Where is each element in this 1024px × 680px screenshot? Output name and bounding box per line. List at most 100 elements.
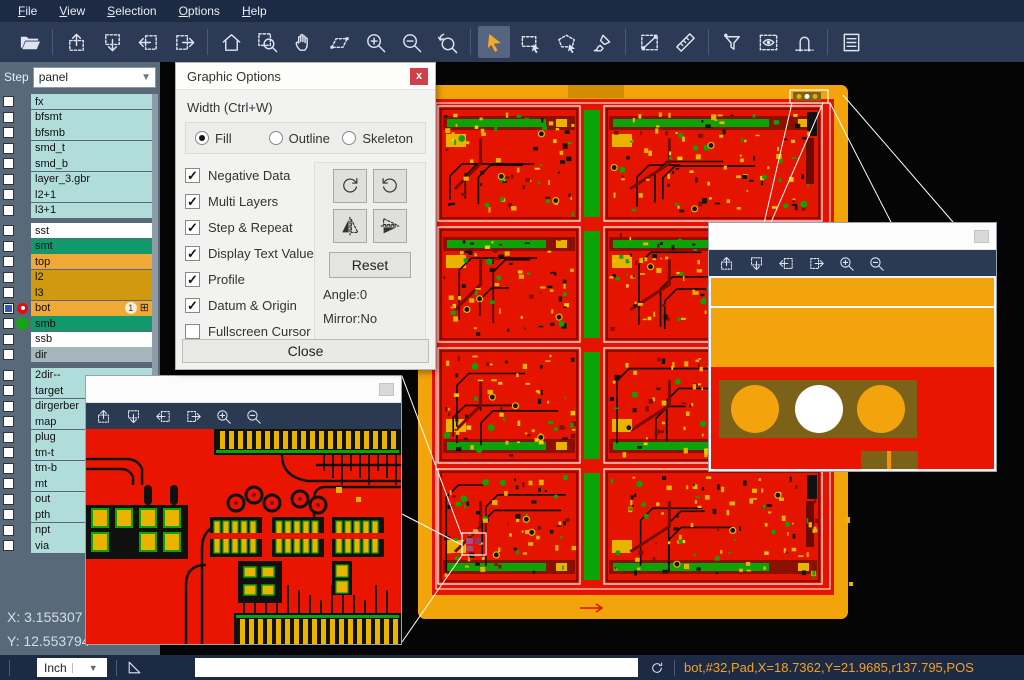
checkbox-step-repeat[interactable]: ✓Step & Repeat <box>185 214 314 240</box>
checkbox-icon[interactable] <box>185 324 200 339</box>
scrollbar-thumb[interactable] <box>152 94 158 394</box>
checkbox-icon[interactable]: ✓ <box>185 168 200 183</box>
layer-name-cell[interactable]: l3+1 <box>31 203 152 218</box>
tool-pan-down[interactable] <box>96 26 128 58</box>
layer-name-cell[interactable]: bfsmt <box>31 110 152 125</box>
layer-name-cell[interactable]: top <box>31 254 152 269</box>
tool-home[interactable] <box>215 26 247 58</box>
command-input[interactable] <box>195 658 638 677</box>
checkbox-icon[interactable]: ✓ <box>185 220 200 235</box>
zoom-window-viewport[interactable] <box>709 276 996 471</box>
zoom-out-icon[interactable] <box>245 408 262 425</box>
close-button[interactable]: Close <box>182 339 429 363</box>
pan-left-icon[interactable] <box>155 408 172 425</box>
layer-visibility-checkbox[interactable] <box>3 318 14 329</box>
checkbox-icon[interactable]: ✓ <box>185 298 200 313</box>
layer-visibility-checkbox[interactable] <box>3 478 14 489</box>
menu-item-options[interactable]: Options <box>169 2 230 20</box>
layer-visibility-checkbox[interactable] <box>3 241 14 252</box>
zoom-in-icon[interactable] <box>215 408 232 425</box>
tool-filter[interactable] <box>716 26 748 58</box>
tool-pan-up[interactable] <box>60 26 92 58</box>
window-button[interactable] <box>974 230 989 243</box>
layer-row-sst[interactable]: sst <box>0 223 152 238</box>
layer-visibility-checkbox[interactable] <box>3 370 14 381</box>
layer-visibility-checkbox[interactable] <box>3 256 14 267</box>
menu-item-view[interactable]: View <box>49 2 95 20</box>
layer-visibility-checkbox[interactable] <box>3 225 14 236</box>
checkbox-icon[interactable]: ✓ <box>185 246 200 261</box>
rotate-ccw-button[interactable] <box>373 169 407 203</box>
layer-row-smb[interactable]: smb <box>0 316 152 331</box>
flip-horizontal-button[interactable] <box>333 209 367 243</box>
layer-name-cell[interactable]: smt <box>31 239 152 254</box>
window-button[interactable] <box>379 383 394 396</box>
layer-name-cell[interactable]: fx <box>31 94 152 109</box>
rotate-cw-button[interactable] <box>333 169 367 203</box>
layer-visibility-checkbox[interactable] <box>3 525 14 536</box>
layer-row-l3[interactable]: l3 <box>0 285 152 300</box>
layer-row-bfsmt[interactable]: bfsmt <box>0 110 152 125</box>
layer-row-l2[interactable]: l2 <box>0 270 152 285</box>
layer-name-cell[interactable]: bot1⊞ <box>31 301 152 316</box>
checkbox-display-text-value[interactable]: ✓Display Text Value <box>185 240 314 266</box>
layer-visibility-checkbox[interactable] <box>3 494 14 505</box>
radio-button-icon[interactable] <box>342 131 356 145</box>
dialog-titlebar[interactable]: Graphic Options x <box>176 63 435 90</box>
layer-visibility-checkbox[interactable] <box>3 349 14 360</box>
checkbox-multi-layers[interactable]: ✓Multi Layers <box>185 188 314 214</box>
checkbox-icon[interactable]: ✓ <box>185 194 200 209</box>
refresh-icon[interactable] <box>649 660 665 676</box>
layer-visibility-checkbox[interactable] <box>3 96 14 107</box>
layer-row-ssb[interactable]: ssb <box>0 332 152 347</box>
layer-name-cell[interactable]: sst <box>31 223 152 238</box>
checkbox-profile[interactable]: ✓Profile <box>185 266 314 292</box>
layer-name-cell[interactable]: l2+1 <box>31 187 152 202</box>
radio-button-icon[interactable] <box>195 131 209 145</box>
flip-vertical-button[interactable] <box>373 209 407 243</box>
reset-button[interactable]: Reset <box>329 252 411 278</box>
tool-ruler[interactable] <box>669 26 701 58</box>
tool-zoom-in[interactable] <box>359 26 391 58</box>
zoom-window-titlebar[interactable] <box>709 223 996 250</box>
layer-visibility-checkbox[interactable] <box>3 158 14 169</box>
pan-left-icon[interactable] <box>778 255 795 272</box>
tool-zoom-out[interactable] <box>395 26 427 58</box>
radio-skeleton[interactable]: Skeleton <box>342 131 416 146</box>
pan-down-icon[interactable] <box>748 255 765 272</box>
units-select[interactable]: Inch ▼ <box>37 658 107 677</box>
zoom-window-viewport[interactable] <box>86 429 401 644</box>
layer-name-cell[interactable]: l3 <box>31 285 152 300</box>
pan-down-icon[interactable] <box>125 408 142 425</box>
layer-row-l2+1[interactable]: l2+1 <box>0 187 152 202</box>
menu-item-file[interactable]: File <box>8 2 47 20</box>
pan-up-icon[interactable] <box>718 255 735 272</box>
layer-row-smd_t[interactable]: smd_t <box>0 141 152 156</box>
pan-right-icon[interactable] <box>808 255 825 272</box>
layer-visibility-checkbox[interactable] <box>3 287 14 298</box>
tool-zoom-region[interactable] <box>251 26 283 58</box>
tool-select-cursor[interactable] <box>478 26 510 58</box>
layer-name-cell[interactable]: ssb <box>31 332 152 347</box>
close-icon[interactable]: x <box>410 68 428 85</box>
layer-visibility-checkbox[interactable] <box>3 401 14 412</box>
zoom-window-titlebar[interactable] <box>86 376 401 403</box>
checkbox-negative-data[interactable]: ✓Negative Data <box>185 162 314 188</box>
tool-select-polygon[interactable] <box>550 26 582 58</box>
layer-visibility-checkbox[interactable] <box>3 112 14 123</box>
checkbox-icon[interactable]: ✓ <box>185 272 200 287</box>
layer-visibility-checkbox[interactable] <box>3 189 14 200</box>
zoom-in-icon[interactable] <box>838 255 855 272</box>
radio-fill[interactable]: Fill <box>195 131 269 146</box>
layer-visibility-checkbox[interactable] <box>3 334 14 345</box>
radio-button-icon[interactable] <box>269 131 283 145</box>
layer-name-cell[interactable]: dir <box>31 347 152 362</box>
layer-name-cell[interactable]: smd_b <box>31 156 152 171</box>
layer-visibility-checkbox[interactable] <box>3 205 14 216</box>
layer-row-top[interactable]: top <box>0 254 152 269</box>
checkbox-datum-origin[interactable]: ✓Datum & Origin <box>185 292 314 318</box>
tool-pan-left[interactable] <box>132 26 164 58</box>
layer-row-layer_3.gbr[interactable]: layer_3.gbr <box>0 172 152 187</box>
layer-row-fx[interactable]: fx <box>0 94 152 109</box>
menu-item-help[interactable]: Help <box>232 2 277 20</box>
